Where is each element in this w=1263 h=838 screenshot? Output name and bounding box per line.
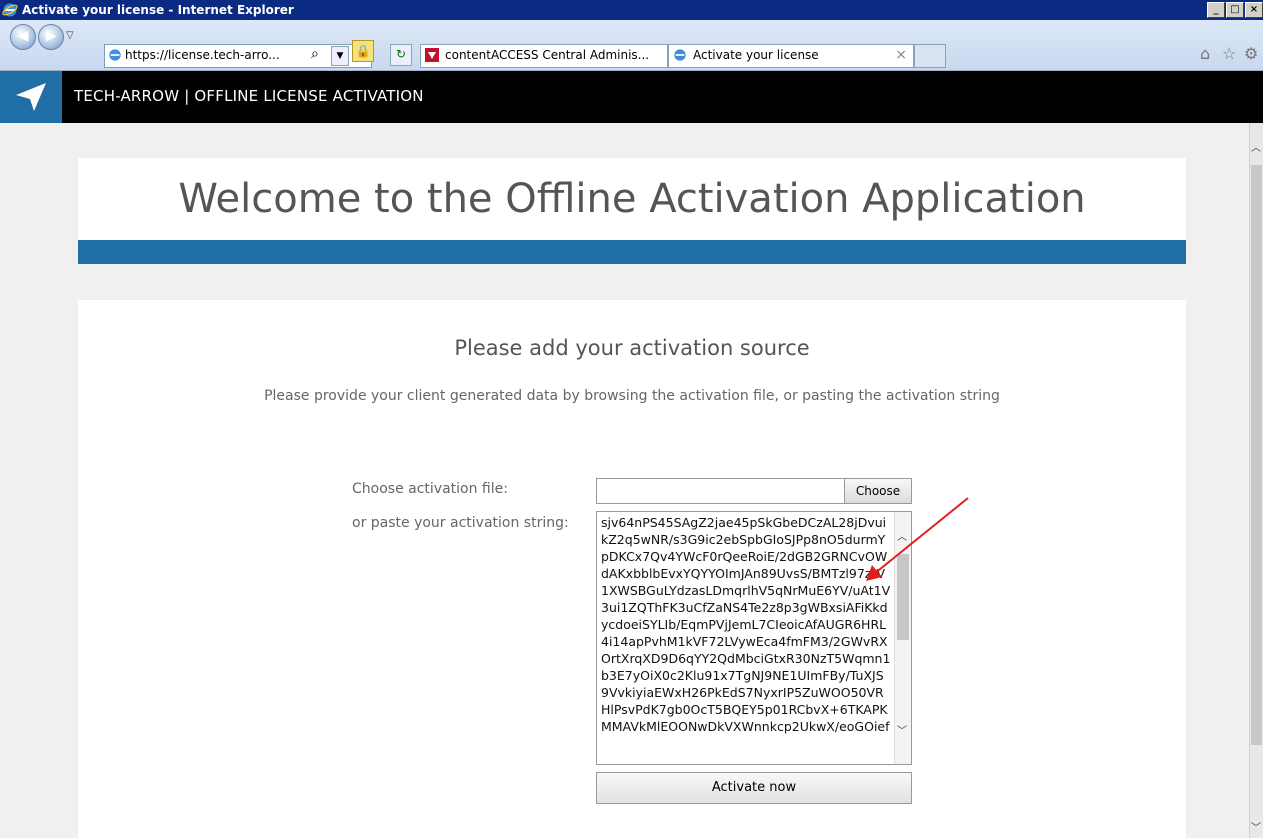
choose-file-button[interactable]: Choose	[844, 478, 912, 504]
app-title: TECH-ARROW | OFFLINE LICENSE ACTIVATION	[74, 87, 424, 105]
gear-icon[interactable]: ⚙	[1244, 44, 1258, 63]
textarea-scrollbar[interactable]: ︿ ﹀	[894, 512, 911, 764]
welcome-card: Welcome to the Offline Activation Applic…	[78, 158, 1186, 240]
activation-file-label: Choose activation file:	[352, 481, 508, 497]
scroll-down-icon[interactable]: ﹀	[897, 722, 907, 737]
welcome-title: Welcome to the Offline Activation Applic…	[178, 176, 1086, 222]
internet-explorer-icon	[109, 49, 121, 61]
scroll-thumb[interactable]	[897, 554, 909, 640]
minimize-button[interactable]: _	[1207, 2, 1225, 18]
address-bar[interactable]: https://license.tech-arro... ⌕ ▼	[104, 44, 372, 68]
history-dropdown-icon[interactable]: ▽	[66, 30, 74, 41]
blue-divider	[78, 240, 1186, 264]
logo	[0, 71, 62, 123]
scroll-thumb[interactable]	[1251, 165, 1262, 745]
lock-icon[interactable]: 🔒	[352, 40, 374, 62]
scroll-up-icon[interactable]: ︿	[1251, 139, 1261, 154]
browser-toolbar: ◀ ▶ ▽ https://license.tech-arro... ⌕ ▼ 🔒…	[0, 20, 1263, 71]
scroll-up-icon[interactable]: ︿	[897, 528, 907, 543]
close-button[interactable]: ×	[1245, 2, 1263, 18]
activation-source-card: Please add your activation source Please…	[78, 300, 1186, 838]
address-dropdown-icon[interactable]: ▼	[331, 46, 349, 66]
back-button[interactable]: ◀	[10, 24, 36, 50]
search-icon[interactable]: ⌕	[311, 46, 319, 62]
tab-contentaccess[interactable]: contentACCESS Central Adminis...	[420, 44, 668, 68]
page-scrollbar[interactable]: ︿ ﹀	[1249, 123, 1263, 838]
app-header: TECH-ARROW | OFFLINE LICENSE ACTIVATION	[0, 71, 1263, 123]
activation-string-label: or paste your activation string:	[352, 515, 569, 531]
window-title-bar: Activate your license - Internet Explore…	[0, 0, 1263, 20]
activation-file-input[interactable]	[596, 478, 846, 504]
contentaccess-icon	[425, 48, 439, 62]
home-icon[interactable]: ⌂	[1200, 44, 1210, 63]
tab-label: Activate your license	[693, 48, 819, 62]
window-title: Activate your license - Internet Explore…	[22, 3, 294, 17]
activate-now-button[interactable]: Activate now	[596, 772, 912, 804]
scroll-down-icon[interactable]: ﹀	[1251, 819, 1261, 834]
tab-activate-license[interactable]: Activate your license ×	[668, 44, 914, 68]
internet-explorer-icon	[674, 49, 686, 61]
address-text: https://license.tech-arro...	[125, 48, 280, 62]
activation-string-textarea[interactable]: sjv64nPS45SAgZ2jae45pSkGbeDCzAL28jDvuikZ…	[596, 511, 912, 765]
section-description: Please provide your client generated dat…	[264, 388, 1000, 404]
section-title: Please add your activation source	[454, 336, 810, 360]
paper-plane-icon	[16, 83, 46, 111]
forward-button[interactable]: ▶	[38, 24, 64, 50]
favorites-star-icon[interactable]: ☆	[1222, 44, 1236, 63]
activation-string-text: sjv64nPS45SAgZ2jae45pSkGbeDCzAL28jDvuikZ…	[601, 515, 891, 734]
internet-explorer-icon	[2, 3, 18, 17]
new-tab-button[interactable]	[914, 44, 946, 68]
close-tab-icon[interactable]: ×	[895, 47, 907, 63]
refresh-icon[interactable]: ↻	[390, 44, 412, 66]
maximize-button[interactable]: □	[1226, 2, 1244, 18]
tab-label: contentACCESS Central Adminis...	[445, 48, 650, 62]
